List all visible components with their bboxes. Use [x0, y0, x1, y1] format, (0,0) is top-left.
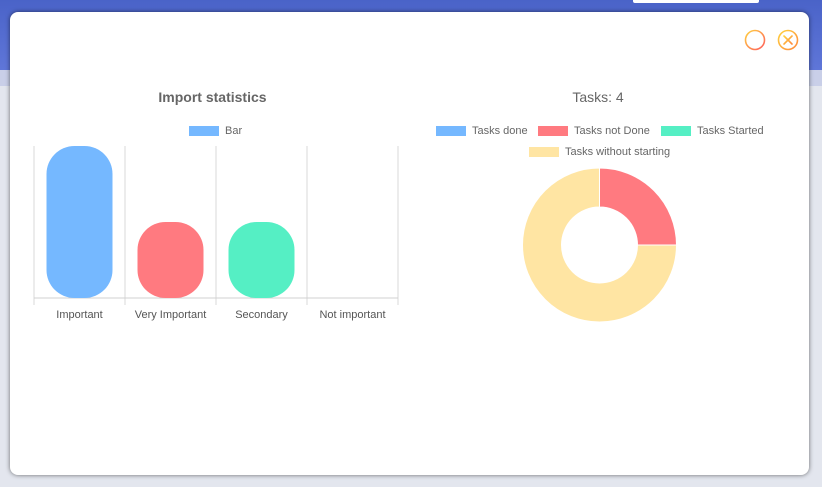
donut-legend-item[interactable]: Tasks without starting [529, 146, 670, 158]
bar-legend-item[interactable]: Bar [189, 125, 242, 137]
bar-important [46, 146, 113, 298]
donut-legend-swatch [538, 126, 568, 136]
donut-legend-label: Tasks without starting [565, 146, 671, 158]
donut-legend-label: Tasks Started [697, 125, 764, 137]
bar-x-tick-label: Very Important [135, 309, 207, 321]
donut-legend-swatch [436, 126, 466, 136]
bar-chart: Important Very Important Secondary Not impo… [33, 146, 678, 323]
donut-legend-label: Tasks not Done [574, 125, 650, 137]
close-circle-icon[interactable] [777, 29, 799, 51]
donut-chart-title: Tasks: 4 [572, 89, 624, 105]
donut-legend-swatch [529, 147, 559, 157]
donut-legend-label: Tasks done [472, 125, 528, 137]
donut-legend-item[interactable]: Tasks not Done [538, 125, 650, 137]
donut-legend-swatch [661, 126, 691, 136]
donut-slice-tasks-without-starting [522, 167, 678, 323]
donut-slice-tasks-not-done [599, 167, 678, 246]
bar-x-tick-label: Important [56, 309, 102, 321]
bar-legend-label: Bar [225, 125, 243, 137]
bar-chart-title: Import statistics [158, 89, 267, 105]
bar-x-tick-label: Not important [319, 309, 385, 321]
minus-circle-icon[interactable] [744, 29, 766, 51]
bar-secondary [228, 222, 295, 298]
donut-legend-item[interactable]: Tasks Started [661, 125, 764, 137]
bar-x-tick-label: Secondary [235, 309, 288, 321]
bar-very-important [137, 222, 204, 298]
statistics-modal: Import statistics Bar Tasks: 4 Tasks don… [10, 12, 809, 475]
donut-legend-item[interactable]: Tasks done [436, 125, 528, 137]
header-search-field[interactable] [633, 0, 759, 3]
bar-legend-swatch [189, 126, 219, 136]
